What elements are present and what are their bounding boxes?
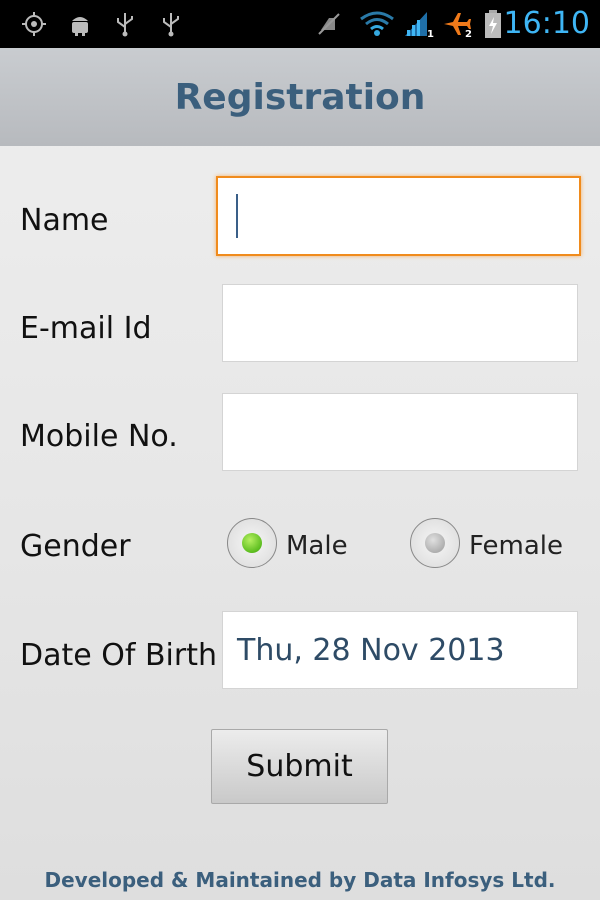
submit-button[interactable]: Submit: [211, 729, 388, 804]
email-field[interactable]: [222, 284, 578, 362]
sim2-label: 2: [465, 29, 472, 40]
gender-male-radio[interactable]: [227, 518, 277, 568]
text-cursor: [236, 194, 238, 238]
dob-field[interactable]: Thu, 28 Nov 2013: [222, 611, 578, 689]
signal-1-icon: 1: [402, 10, 434, 40]
usb-icon: [112, 10, 138, 38]
name-label: Name: [20, 203, 109, 238]
gender-female-label[interactable]: Female: [469, 531, 563, 561]
name-field[interactable]: [216, 176, 581, 256]
registration-screen: 1 2 16:10 Registration Name E-mail Id Mo…: [0, 0, 600, 900]
mobile-label: Mobile No.: [20, 419, 178, 454]
status-time: 16:10: [503, 6, 590, 41]
gps-icon: [20, 10, 48, 38]
footer-credit: Developed & Maintained by Data Infosys L…: [44, 868, 556, 892]
page-title: Registration: [174, 76, 426, 118]
status-bar: 1 2 16:10: [0, 0, 600, 48]
sim1-label: 1: [427, 29, 434, 40]
muted-icon: [314, 10, 344, 38]
dob-label: Date Of Birth: [20, 638, 217, 673]
title-bar: Registration: [0, 48, 600, 146]
gender-female-radio[interactable]: [410, 518, 460, 568]
radio-unchecked-indicator: [425, 533, 445, 553]
dob-value: Thu, 28 Nov 2013: [237, 632, 505, 668]
email-label: E-mail Id: [20, 311, 152, 346]
wifi-icon: [358, 10, 396, 38]
usb-icon: [158, 10, 184, 38]
gender-male-label[interactable]: Male: [286, 531, 348, 561]
mobile-field[interactable]: [222, 393, 578, 471]
radio-checked-indicator: [242, 533, 262, 553]
gender-label: Gender: [20, 529, 131, 564]
battery-charging-icon: [482, 10, 504, 38]
airplane-2-icon: 2: [440, 10, 472, 40]
android-icon: [66, 10, 94, 38]
